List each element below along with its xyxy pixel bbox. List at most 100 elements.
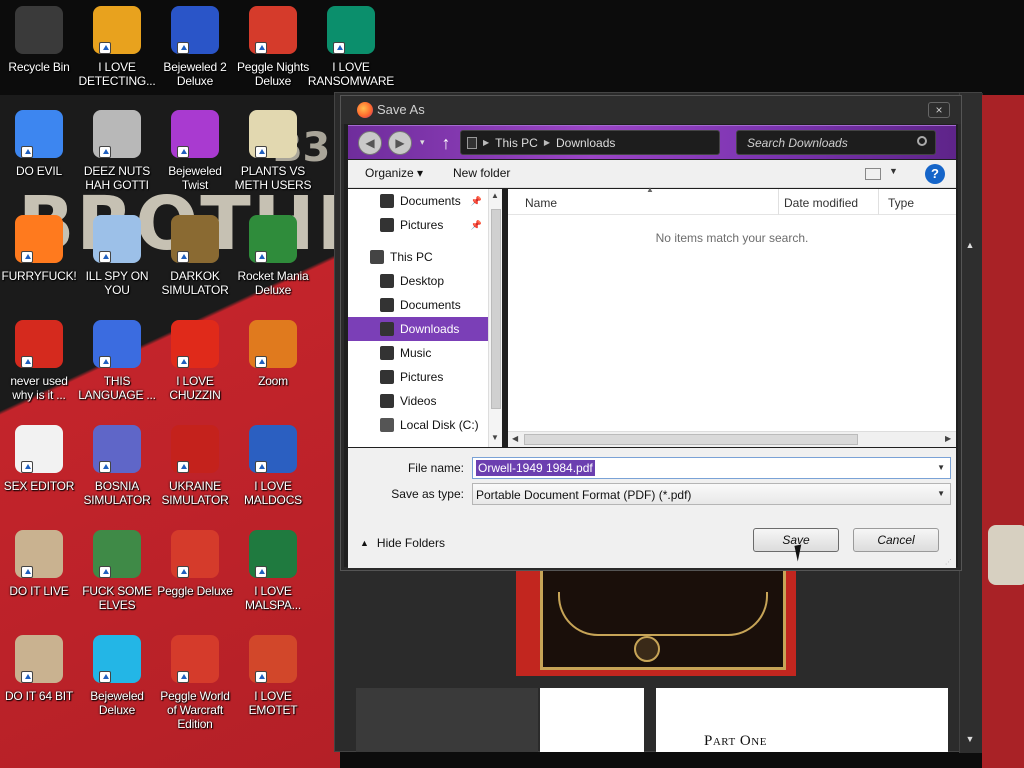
- desktop-icon-label: DEEZ NUTS HAH GOTTI: [83, 164, 151, 192]
- file-name-value[interactable]: Orwell-1949 1984.pdf: [476, 460, 595, 476]
- nav-scroll-up-icon[interactable]: ▲: [491, 191, 499, 200]
- desktop-icon[interactable]: SEX EDITOR: [0, 425, 78, 493]
- desktop-icon[interactable]: Zoom: [234, 320, 312, 388]
- desktop-icon[interactable]: Recycle Bin: [0, 6, 78, 74]
- nav-item-documents[interactable]: Documents: [348, 293, 488, 317]
- firefox-icon: [15, 215, 63, 263]
- dialog-title: Save As: [377, 102, 425, 117]
- desktop-icon[interactable]: ILL SPY ON YOU: [78, 215, 156, 297]
- desktop-icon[interactable]: THIS LANGUAGE ...: [78, 320, 156, 402]
- background-scroll-up-icon[interactable]: ▲: [962, 240, 978, 252]
- breadcrumb-downloads[interactable]: Downloads: [556, 136, 615, 150]
- scroll-left-icon[interactable]: ◀: [512, 434, 518, 443]
- column-type[interactable]: Type: [888, 196, 914, 210]
- folder-icon: [380, 346, 394, 360]
- shortcut-arrow-icon: [177, 42, 189, 54]
- desktop-icon[interactable]: DEEZ NUTS HAH GOTTI: [78, 110, 156, 192]
- desktop-icon[interactable]: PLANTS VS METH USERS: [234, 110, 312, 192]
- chevron-up-icon: ▲: [360, 538, 369, 548]
- spiked-ball-icon: [93, 425, 141, 473]
- nav-item-documents[interactable]: Documents 📌: [348, 189, 488, 213]
- file-list-horizontal-scrollbar[interactable]: ◀ ▶: [508, 431, 956, 447]
- background-window-scrollbar[interactable]: [959, 93, 983, 753]
- desktop-icon-label: Peggle Deluxe: [157, 584, 233, 598]
- back-button[interactable]: ◀: [358, 131, 382, 155]
- shortcut-arrow-icon: [99, 671, 111, 683]
- desktop-icon-label: I LOVE DETECTING...: [78, 60, 156, 88]
- desktop-icon[interactable]: never used why is it ...: [0, 320, 78, 402]
- nav-scroll-down-icon[interactable]: ▼: [491, 433, 499, 442]
- desktop-icon[interactable]: Rocket Mania Deluxe: [234, 215, 312, 297]
- column-date-modified[interactable]: Date modified: [784, 196, 858, 210]
- desktop-icon[interactable]: I LOVE MALSPA...: [234, 530, 312, 612]
- desktop-icon[interactable]: Peggle Nights Deluxe: [234, 6, 312, 88]
- search-input[interactable]: Search Downloads: [736, 130, 936, 155]
- view-options-icon[interactable]: [865, 168, 881, 180]
- desktop-icon[interactable]: DO IT 64 BIT: [0, 635, 78, 703]
- file-list-pane[interactable]: ▲ Name Date modified Type No items match…: [508, 185, 956, 447]
- forward-button[interactable]: ▶: [388, 131, 412, 155]
- desktop-icon[interactable]: Bejeweled Twist: [156, 110, 234, 192]
- desktop-icon[interactable]: Peggle Deluxe: [156, 530, 234, 598]
- organize-button[interactable]: Organize ▾: [365, 166, 423, 180]
- nav-item-downloads[interactable]: Downloads: [348, 317, 488, 341]
- desktop-icon[interactable]: DARKOK SIMULATOR: [156, 215, 234, 297]
- resize-grip-icon[interactable]: ⋰: [945, 558, 952, 566]
- navigation-pane-scrollbar[interactable]: ▲ ▼: [488, 189, 502, 447]
- nav-item-this-pc[interactable]: This PC: [348, 245, 488, 269]
- desktop-icon-label: I LOVE EMOTET: [248, 689, 298, 717]
- desktop-icon[interactable]: Bejeweled 2 Deluxe: [156, 6, 234, 88]
- save-as-type-dropdown-icon[interactable]: ▼: [937, 489, 945, 498]
- nav-item-pictures[interactable]: Pictures 📌: [348, 213, 488, 237]
- background-wallpaper-right: [982, 95, 1024, 768]
- nav-item-music[interactable]: Music: [348, 341, 488, 365]
- column-name[interactable]: Name: [525, 196, 557, 210]
- nav-item-desktop[interactable]: Desktop: [348, 269, 488, 293]
- nav-item-videos[interactable]: Videos: [348, 389, 488, 413]
- desktop-icon[interactable]: I LOVE DETECTING...: [78, 6, 156, 88]
- save-as-type-select[interactable]: Portable Document Format (PDF) (*.pdf) ▼: [472, 483, 951, 505]
- desktop-icon[interactable]: FUCK SOME ELVES: [78, 530, 156, 612]
- shortcut-arrow-icon: [177, 251, 189, 263]
- file-name-dropdown-icon[interactable]: ▼: [937, 463, 945, 472]
- desktop-icon[interactable]: I LOVE EMOTET: [234, 635, 312, 717]
- desktop-icon[interactable]: I LOVE MALDOCS: [234, 425, 312, 507]
- pin-icon: 📌: [470, 219, 482, 230]
- close-button[interactable]: ×: [928, 102, 950, 118]
- up-folder-button[interactable]: ↑: [436, 131, 456, 155]
- desktop-icon[interactable]: Peggle World of Warcraft Edition: [156, 635, 234, 731]
- breadcrumb[interactable]: ▶ This PC ▶ Downloads: [460, 130, 720, 155]
- new-folder-button[interactable]: New folder: [453, 166, 510, 180]
- view-dropdown-icon[interactable]: ▼: [889, 166, 898, 176]
- nav-scroll-thumb[interactable]: [491, 209, 501, 409]
- nav-item-pictures[interactable]: Pictures: [348, 365, 488, 389]
- desktop-icon-label: Bejeweled Twist: [168, 164, 222, 192]
- desktop-icon[interactable]: UKRAINE SIMULATOR: [156, 425, 234, 507]
- desktop-icon[interactable]: BOSNIA SIMULATOR: [78, 425, 156, 507]
- desktop-icon-label: DO IT 64 BIT: [4, 689, 74, 703]
- desktop-icon[interactable]: DO IT LIVE: [0, 530, 78, 598]
- nav-item-local-disk-c[interactable]: Local Disk (C:): [348, 413, 488, 437]
- desktop-icon[interactable]: I LOVE RANSOMWARE: [308, 6, 394, 88]
- dialog-titlebar[interactable]: Save As ×: [341, 96, 961, 124]
- pdf-page-left: [540, 688, 644, 752]
- help-button[interactable]: ?: [925, 164, 945, 184]
- nav-item-label: Downloads: [400, 322, 460, 336]
- desktop-icon[interactable]: DO EVIL: [0, 110, 78, 178]
- recent-locations-dropdown[interactable]: ▾: [420, 137, 425, 148]
- scroll-right-icon[interactable]: ▶: [945, 434, 951, 443]
- folder-icon: [380, 370, 394, 384]
- save-as-dialog: Save As × ◀ ▶ ▾ ↑ ▶ This PC ▶ Downloads …: [340, 95, 962, 571]
- shortcut-arrow-icon: [21, 566, 33, 578]
- background-scroll-down-icon[interactable]: ▼: [962, 734, 978, 746]
- zoom-icon: [249, 320, 297, 368]
- desktop-icon[interactable]: I LOVE CHUZZIN: [156, 320, 234, 402]
- breadcrumb-this-pc[interactable]: This PC: [495, 136, 538, 150]
- hide-folders-button[interactable]: ▲ Hide Folders: [360, 536, 445, 550]
- desktop-icon[interactable]: Bejeweled Deluxe: [78, 635, 156, 717]
- horizontal-scroll-thumb[interactable]: [524, 434, 858, 445]
- desktop-icon-label: Peggle Nights Deluxe: [236, 60, 310, 88]
- file-name-input[interactable]: Orwell-1949 1984.pdf ▼: [472, 457, 951, 479]
- desktop-icon[interactable]: FURRYFUCK!: [0, 215, 78, 283]
- cancel-button[interactable]: Cancel: [853, 528, 939, 552]
